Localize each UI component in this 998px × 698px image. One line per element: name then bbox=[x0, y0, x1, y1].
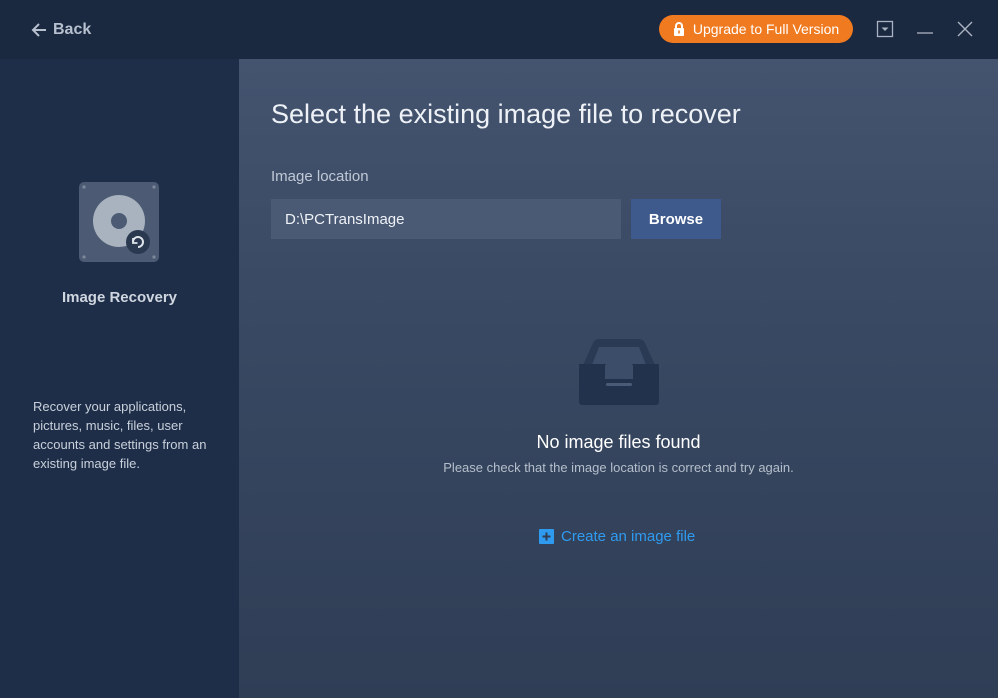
empty-state-title: No image files found bbox=[536, 432, 701, 452]
dropdown-icon bbox=[876, 20, 894, 38]
back-label: Back bbox=[53, 21, 92, 38]
sidebar-description: Recover your applications, pictures, mus… bbox=[33, 399, 207, 471]
empty-state-subtitle: Please check that the image location is … bbox=[443, 460, 794, 475]
minimize-button[interactable] bbox=[916, 20, 934, 38]
browse-button[interactable]: Browse bbox=[631, 199, 721, 239]
create-image-file-label: Create an image file bbox=[561, 527, 696, 545]
close-button[interactable] bbox=[956, 20, 974, 38]
back-button[interactable]: Back bbox=[31, 18, 91, 42]
image-location-input[interactable] bbox=[271, 199, 621, 239]
dropdown-menu-button[interactable] bbox=[876, 20, 894, 38]
close-icon bbox=[957, 21, 973, 37]
back-arrow-icon bbox=[31, 23, 46, 37]
upgrade-button[interactable]: Upgrade to Full Version bbox=[659, 15, 853, 43]
empty-tray-icon bbox=[579, 339, 659, 405]
sidebar-title: Image Recovery bbox=[61, 289, 178, 306]
image-location-label: Image location bbox=[271, 168, 369, 185]
lock-icon bbox=[673, 22, 684, 36]
disk-recovery-icon bbox=[79, 182, 159, 262]
upgrade-label: Upgrade to Full Version bbox=[692, 21, 840, 37]
title-bar: Back Upgrade to Full Version bbox=[0, 0, 998, 59]
minimize-icon bbox=[917, 32, 933, 34]
main-panel: Select the existing image file to recove… bbox=[239, 59, 998, 698]
create-image-file-link[interactable]: Create an image file bbox=[539, 525, 695, 547]
sidebar: Image Recovery Recover your applications… bbox=[0, 59, 239, 698]
add-image-icon bbox=[539, 528, 554, 544]
page-title: Select the existing image file to recove… bbox=[271, 99, 741, 129]
